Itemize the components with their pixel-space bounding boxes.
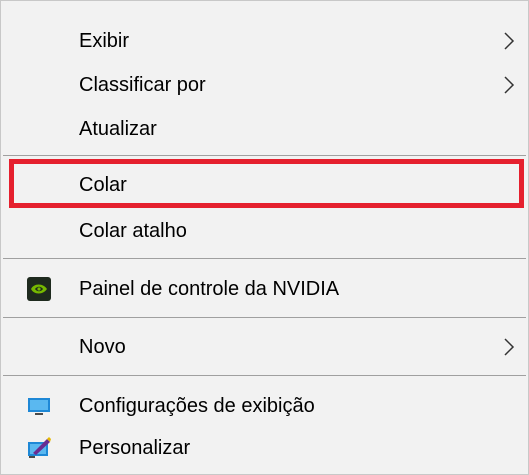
- menu-item-novo[interactable]: Novo: [1, 325, 529, 369]
- menu-item-display-settings[interactable]: Configurações de exibição: [1, 384, 529, 428]
- menu-separator: [3, 155, 526, 156]
- menu-item-colar[interactable]: Colar: [1, 163, 529, 207]
- menu-item-label: Atualizar: [79, 118, 157, 140]
- display-settings-icon: [28, 398, 50, 415]
- menu-item-label: Painel de controle da NVIDIA: [79, 278, 340, 300]
- menu-item-label: Colar: [79, 174, 127, 196]
- menu-separator: [3, 258, 526, 259]
- context-menu: Exibir Classificar por Atualizar Colar C…: [0, 0, 529, 475]
- menu-separator: [3, 375, 526, 376]
- menu-separator: [3, 317, 526, 318]
- menu-item-colar-atalho[interactable]: Colar atalho: [1, 209, 529, 253]
- menu-item-label: Classificar por: [79, 74, 206, 96]
- menu-item-label: Colar atalho: [79, 220, 187, 242]
- chevron-right-icon: [504, 32, 515, 50]
- personalize-icon: [28, 437, 51, 458]
- menu-item-atualizar[interactable]: Atualizar: [1, 107, 529, 151]
- menu-item-label: Exibir: [79, 30, 130, 52]
- menu-item-nvidia-control-panel[interactable]: Painel de controle da NVIDIA: [1, 267, 529, 311]
- menu-item-exibir[interactable]: Exibir: [1, 19, 529, 63]
- menu-item-label: Novo: [79, 336, 126, 358]
- chevron-right-icon: [504, 338, 515, 356]
- menu-item-classificar-por[interactable]: Classificar por: [1, 63, 529, 107]
- nvidia-icon: [27, 277, 51, 301]
- menu-item-personalize[interactable]: Personalizar: [1, 426, 529, 470]
- menu-item-label: Configurações de exibição: [79, 395, 315, 417]
- chevron-right-icon: [504, 76, 515, 94]
- menu-item-label: Personalizar: [79, 437, 191, 459]
